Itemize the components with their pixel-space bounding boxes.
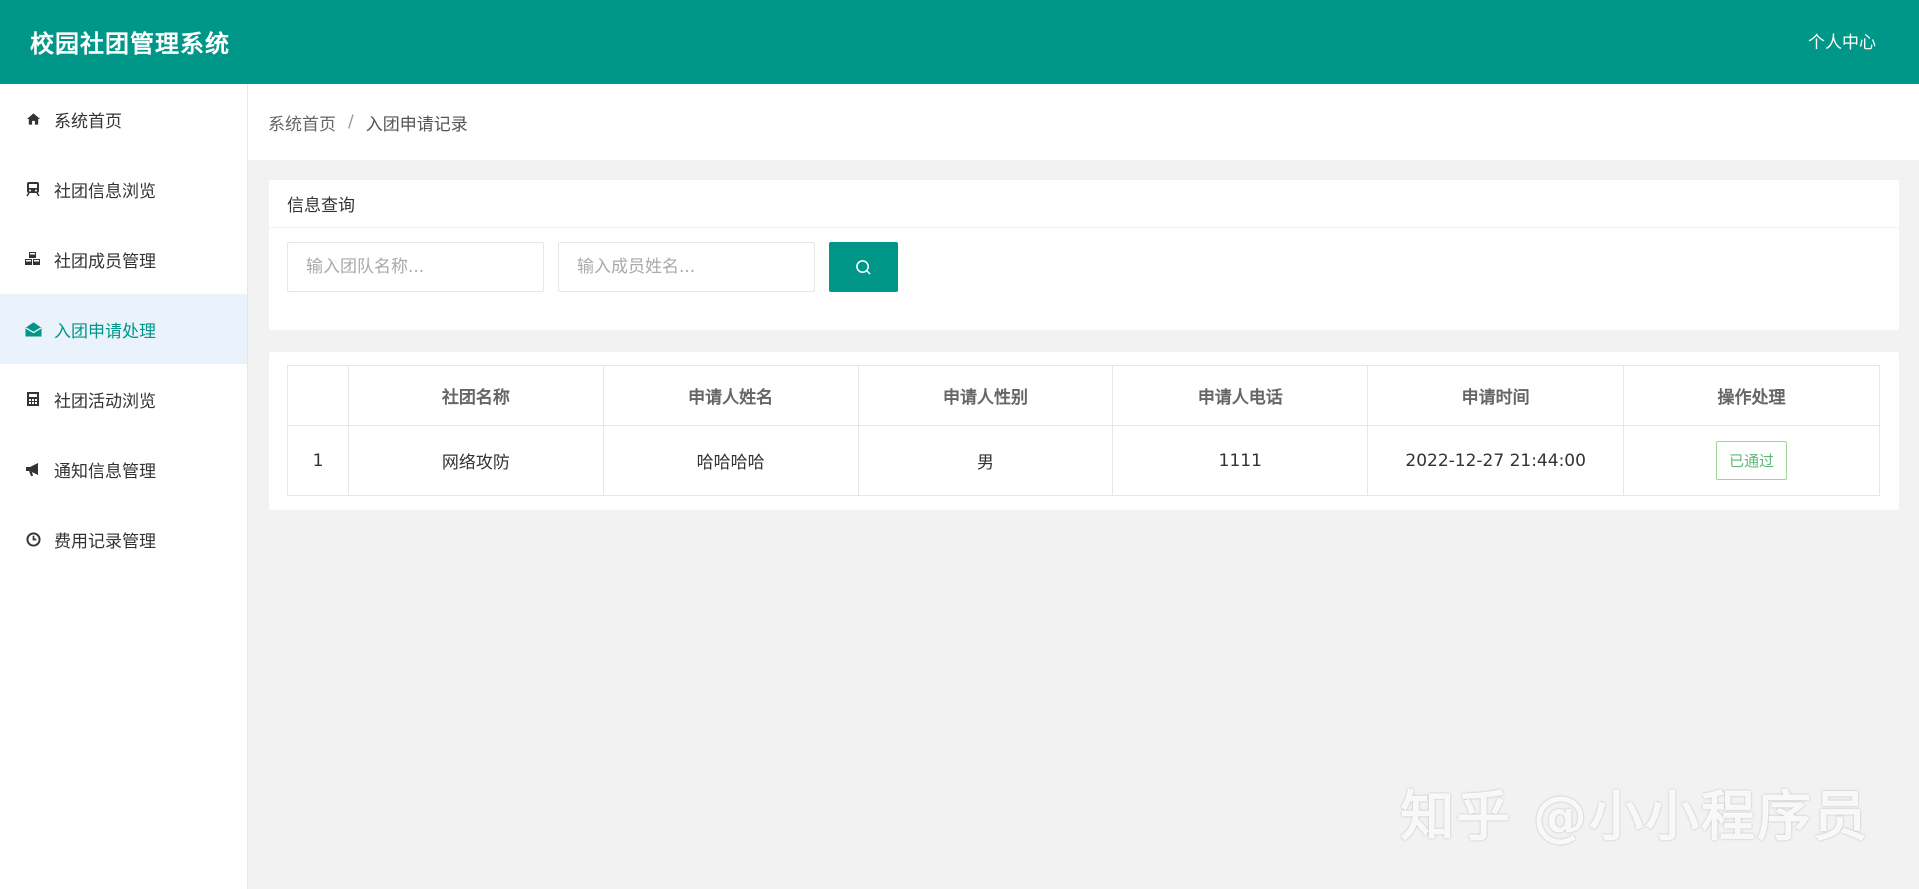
sidebar-item-label: 通知信息管理 bbox=[54, 461, 156, 482]
sidebar-item-label: 社团信息浏览 bbox=[54, 181, 156, 202]
watermark: 知乎 @小小程序员 bbox=[1400, 785, 1869, 848]
sidebar-item-fee-records[interactable]: 费用记录管理 bbox=[0, 504, 247, 574]
train-icon bbox=[24, 180, 42, 198]
member-name-input[interactable] bbox=[558, 242, 815, 292]
cell-applicant-phone: 1111 bbox=[1112, 425, 1369, 496]
sidebar-item-join-requests[interactable]: 入团申请处理 bbox=[0, 294, 247, 364]
sidebar-item-club-activities[interactable]: 社团活动浏览 bbox=[0, 364, 247, 434]
clock-icon bbox=[24, 530, 42, 548]
sidebar-item-label: 社团成员管理 bbox=[54, 251, 156, 272]
column-header-apply-time: 申请时间 bbox=[1367, 365, 1625, 426]
top-header: 校园社团管理系统 个人中心 bbox=[0, 0, 1919, 84]
user-center-link[interactable]: 个人中心 bbox=[1808, 28, 1876, 53]
query-form bbox=[287, 242, 898, 292]
cell-index: 1 bbox=[287, 425, 349, 496]
bullhorn-icon bbox=[24, 460, 42, 478]
column-header-index bbox=[287, 365, 349, 426]
team-name-input[interactable] bbox=[287, 242, 544, 292]
sidebar: 系统首页 社团信息浏览 社团成员管理 入团申请处理 社团活动浏览 通知信息管理 bbox=[0, 84, 248, 889]
cell-apply-time: 2022-12-27 21:44:00 bbox=[1367, 425, 1625, 496]
cell-club: 网络攻防 bbox=[347, 425, 604, 496]
status-badge[interactable]: 已通过 bbox=[1716, 441, 1788, 480]
cubes-icon bbox=[24, 250, 42, 268]
sidebar-item-notifications[interactable]: 通知信息管理 bbox=[0, 434, 247, 504]
search-button[interactable] bbox=[829, 242, 898, 292]
column-header-applicant-phone: 申请人电话 bbox=[1112, 365, 1369, 426]
breadcrumb-separator: / bbox=[348, 112, 354, 132]
column-header-applicant-gender: 申请人性别 bbox=[857, 365, 1114, 426]
sidebar-item-label: 系统首页 bbox=[54, 111, 122, 132]
cell-applicant-name: 哈哈哈哈 bbox=[602, 425, 859, 496]
query-panel: 信息查询 bbox=[269, 180, 1899, 330]
column-header-actions: 操作处理 bbox=[1623, 365, 1880, 426]
table-row: 1 网络攻防 哈哈哈哈 男 1111 2022-12-27 21:44:00 已… bbox=[287, 425, 1880, 496]
table-panel: 社团名称 申请人姓名 申请人性别 申请人电话 申请时间 操作处理 1 网络攻防 … bbox=[269, 352, 1899, 510]
column-header-applicant-name: 申请人姓名 bbox=[602, 365, 859, 426]
calculator-icon bbox=[24, 390, 42, 408]
envelope-open-icon bbox=[24, 320, 42, 338]
cell-applicant-gender: 男 bbox=[857, 425, 1114, 496]
breadcrumb-current: 入团申请记录 bbox=[365, 114, 468, 135]
column-header-club: 社团名称 bbox=[347, 365, 604, 426]
app-title: 校园社团管理系统 bbox=[30, 30, 230, 58]
table-header-row: 社团名称 申请人姓名 申请人性别 申请人电话 申请时间 操作处理 bbox=[287, 365, 1880, 426]
breadcrumb: 系统首页 / 入团申请记录 bbox=[248, 84, 1919, 160]
sidebar-item-home[interactable]: 系统首页 bbox=[0, 84, 247, 154]
cell-actions: 已通过 bbox=[1623, 425, 1880, 496]
applications-table: 社团名称 申请人姓名 申请人性别 申请人电话 申请时间 操作处理 1 网络攻防 … bbox=[287, 365, 1880, 496]
sidebar-item-label: 社团活动浏览 bbox=[54, 391, 156, 412]
query-panel-title: 信息查询 bbox=[269, 180, 1899, 228]
breadcrumb-home[interactable]: 系统首页 bbox=[268, 110, 336, 135]
home-icon bbox=[24, 110, 42, 128]
sidebar-item-club-members[interactable]: 社团成员管理 bbox=[0, 224, 247, 294]
sidebar-item-label: 费用记录管理 bbox=[54, 531, 156, 552]
sidebar-item-label: 入团申请处理 bbox=[54, 321, 156, 342]
search-icon bbox=[856, 259, 871, 275]
sidebar-item-club-info[interactable]: 社团信息浏览 bbox=[0, 154, 247, 224]
